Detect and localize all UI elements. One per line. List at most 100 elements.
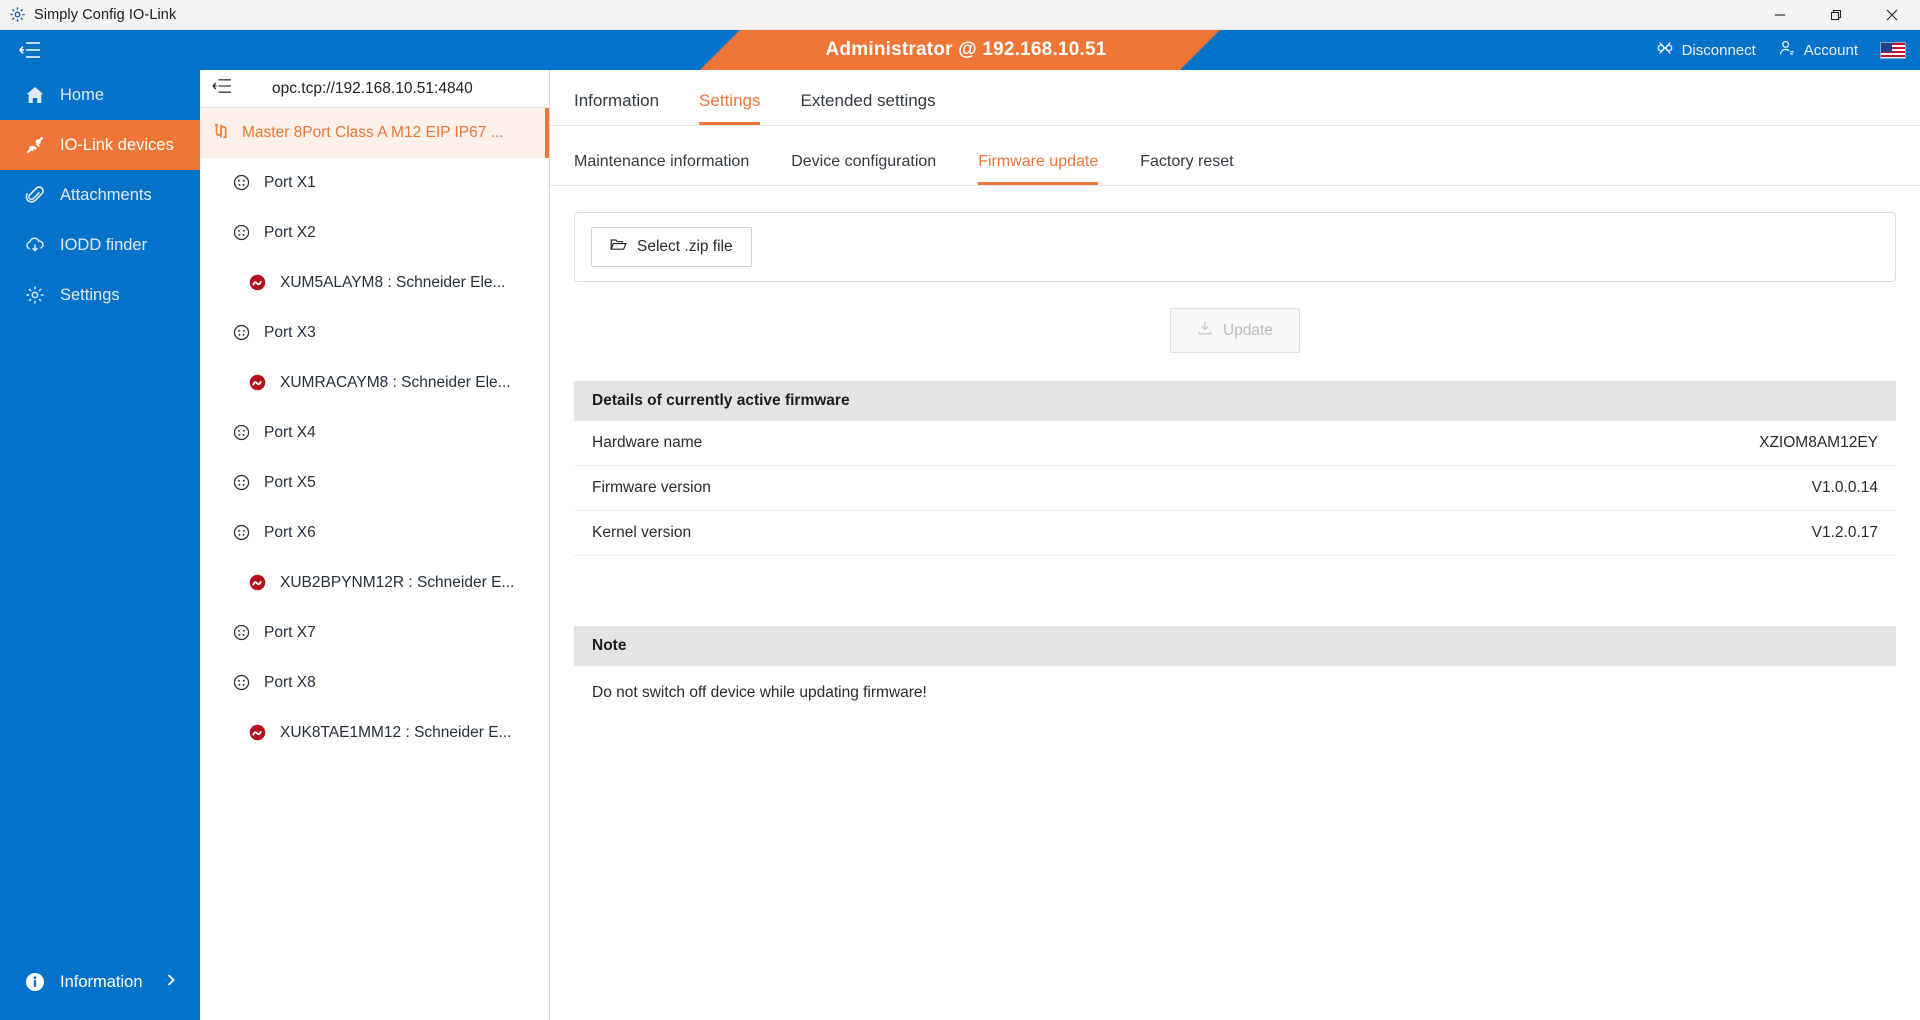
window-controls [1752,0,1920,30]
firmware-update-panel: Select .zip file Update Details of curre… [550,186,1920,702]
tree-item-port-x6[interactable]: Port X6 [200,508,549,558]
sensor-icon [248,373,268,393]
info-icon [24,971,46,993]
tab-firmware-update[interactable]: Firmware update [978,153,1099,185]
tree-item-label: Port X8 [264,674,316,691]
restore-icon[interactable] [1808,0,1864,30]
app-header: Administrator @ 192.168.10.51 Disconnect… [0,30,1920,70]
collapse-menu-icon[interactable] [12,36,48,64]
collapse-tree-icon[interactable] [212,78,232,99]
row-value: XZIOM8AM12EY [1759,434,1878,451]
firmware-details-header: Details of currently active firmware [574,381,1896,421]
window-titlebar: Simply Config IO-Link [0,0,1920,30]
sidebar-item-iodd-finder[interactable]: IODD finder [0,220,200,270]
tab-factory-reset[interactable]: Factory reset [1140,153,1233,185]
tab-settings[interactable]: Settings [699,91,761,125]
tree-item-master[interactable]: Master 8Port Class A M12 EIP IP67 ... [200,108,549,158]
disconnect-icon [1656,39,1674,61]
chevron-right-icon[interactable] [164,973,178,992]
tree-item-label: Port X1 [264,174,316,191]
tree-item-port-x7[interactable]: Port X7 [200,608,549,658]
sidebar-item-io-link-devices[interactable]: IO-Link devices [0,120,200,170]
sensor-icon [248,723,268,743]
iolink-plug-icon [24,134,46,156]
disconnect-label: Disconnect [1681,41,1756,59]
close-icon[interactable] [1864,0,1920,30]
tree-item-port-x4[interactable]: Port X4 [200,408,549,458]
row-key: Hardware name [592,434,703,451]
tab-information[interactable]: Information [574,91,659,125]
sidebar-item-label: Home [60,85,105,104]
note-header: Note [574,626,1896,666]
tree-item-label: Master 8Port Class A M12 EIP IP67 ... [242,124,504,141]
update-button[interactable]: Update [1170,308,1300,353]
m12-port-icon [232,323,252,343]
header-actions: Disconnect Account [1656,30,1906,70]
m12-port-icon [232,673,252,693]
table-row: Firmware version V1.0.0.14 [574,466,1896,511]
update-label: Update [1223,321,1273,339]
tree-item-device[interactable]: XUMRACAYM8 : Schneider Ele... [200,358,549,408]
tree-item-device[interactable]: XUK8TAE1MM12 : Schneider E... [200,708,549,758]
paperclip-icon [24,184,46,206]
cloud-download-icon [24,234,46,256]
tree-item-label: XUMRACAYM8 : Schneider Ele... [280,374,511,391]
sensor-icon [248,273,268,293]
opc-endpoint-label: opc.tcp://192.168.10.51:4840 [272,79,473,97]
row-value: V1.2.0.17 [1811,524,1878,541]
sidebar-item-settings[interactable]: Settings [0,270,200,320]
tree-item-port-x3[interactable]: Port X3 [200,308,549,358]
m12-port-icon [232,523,252,543]
sidebar-item-attachments[interactable]: Attachments [0,170,200,220]
row-value: V1.0.0.14 [1811,479,1878,496]
tree-item-label: XUK8TAE1MM12 : Schneider E... [280,724,512,741]
tree-item-device[interactable]: XUM5ALAYM8 : Schneider Ele... [200,258,549,308]
sidebar-item-label: Attachments [60,185,152,204]
select-zip-file-label: Select .zip file [637,238,733,255]
note-text: Do not switch off device while updating … [592,684,927,701]
sidebar-item-label: Settings [60,285,120,304]
master-icon [212,122,230,145]
tree-item-port-x1[interactable]: Port X1 [200,158,549,208]
download-icon [1197,320,1213,341]
m12-port-icon [232,473,252,493]
row-key: Firmware version [592,479,711,496]
account-button[interactable]: Account [1778,39,1858,61]
m12-port-icon [232,173,252,193]
sidebar-item-information[interactable]: Information [0,960,200,1004]
gear-icon [24,284,46,306]
gear-logo-icon [8,6,26,24]
tree-item-device[interactable]: XUB2BPYNM12R : Schneider E... [200,558,549,608]
tree-item-label: Port X4 [264,424,316,441]
sidebar-item-label: Information [60,972,143,991]
tab-device-configuration[interactable]: Device configuration [791,153,936,185]
disconnect-button[interactable]: Disconnect [1656,39,1756,61]
tree-item-label: XUM5ALAYM8 : Schneider Ele... [280,274,506,291]
minimize-icon[interactable] [1752,0,1808,30]
select-zip-file-button[interactable]: Select .zip file [591,227,752,267]
sidebar-item-label: IO-Link devices [60,135,174,154]
tree-item-port-x2[interactable]: Port X2 [200,208,549,258]
main-content: Information Settings Extended settings M… [550,70,1920,1020]
tree-item-port-x8[interactable]: Port X8 [200,658,549,708]
update-button-row: Update [574,308,1896,353]
primary-tabs: Information Settings Extended settings [550,70,1920,126]
tree-item-label: Port X6 [264,524,316,541]
sensor-icon [248,573,268,593]
tree-item-label: Port X5 [264,474,316,491]
m12-port-icon [232,423,252,443]
file-select-box: Select .zip file [574,212,1896,282]
sidebar-item-home[interactable]: Home [0,70,200,120]
secondary-tabs: Maintenance information Device configura… [550,126,1920,186]
sidebar-item-label: IODD finder [60,235,148,254]
device-tree-header: opc.tcp://192.168.10.51:4840 [200,70,549,108]
tree-item-label: XUB2BPYNM12R : Schneider E... [280,574,515,591]
sidebar: Home IO-Link devices Attachments IODD fi… [0,70,200,1020]
tab-extended-settings[interactable]: Extended settings [800,91,935,125]
tree-item-port-x5[interactable]: Port X5 [200,458,549,508]
window-title: Simply Config IO-Link [34,6,177,23]
tab-maintenance-information[interactable]: Maintenance information [574,153,749,185]
session-banner-text: Administrator @ 192.168.10.51 [825,39,1107,60]
m12-port-icon [232,623,252,643]
us-flag-icon[interactable] [1880,41,1906,59]
